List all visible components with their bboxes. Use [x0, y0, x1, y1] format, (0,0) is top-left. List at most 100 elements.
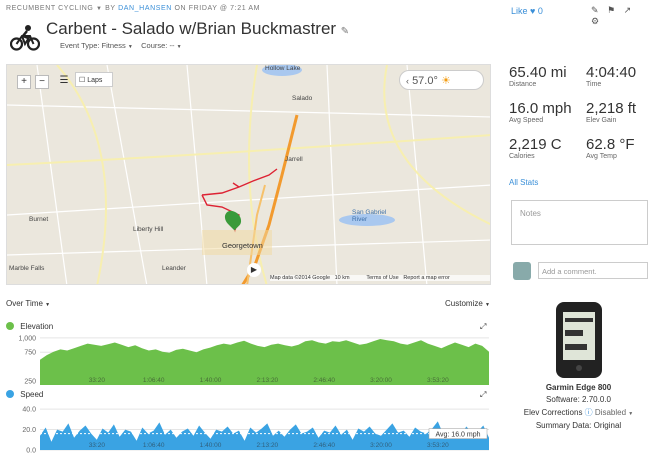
map-place: Jarrell — [285, 156, 303, 163]
elev-corrections-select[interactable]: Disabled ▼ — [595, 408, 633, 417]
zoom-out-button[interactable]: − — [35, 75, 49, 89]
edit-icon[interactable]: ✎ — [591, 5, 599, 15]
stat-elev-gain: 2,218 ft Elev Gain — [586, 100, 636, 124]
y-tick-label: 40.0 — [22, 407, 36, 414]
elevation-label: Elevation — [20, 322, 54, 331]
notes-field[interactable]: Notes — [511, 200, 648, 245]
stat-value: 62.8 °F — [586, 136, 635, 153]
help-icon[interactable]: ⓘ — [585, 408, 593, 417]
over-time-label: Over Time — [6, 299, 43, 308]
y-tick-label: 250 — [24, 378, 36, 385]
chevron-down-icon: ▼ — [485, 302, 490, 308]
event-type-label: Event Type: Fitness — [60, 41, 126, 50]
like-button[interactable]: Like ♥ 0 — [511, 6, 543, 16]
over-time-select[interactable]: Over Time ▼ — [6, 299, 50, 308]
stat-label: Calories — [509, 153, 535, 160]
speed-label: Speed — [20, 390, 44, 399]
play-icon[interactable]: ▶ — [247, 263, 261, 277]
report-error-link[interactable]: Report a map error — [403, 275, 449, 281]
layers-icon[interactable]: ☰ — [57, 75, 71, 89]
comment-input[interactable]: Add a comment. — [538, 262, 648, 279]
stat-label: Time — [586, 81, 602, 88]
x-tick-label: 3:20:00 — [370, 442, 392, 449]
stat-value: 65.40 mi — [509, 64, 567, 81]
chevron-down-icon: ▼ — [45, 302, 51, 308]
like-label: Like — [511, 6, 528, 16]
y-tick-label: 20.0 — [22, 427, 36, 434]
activity-title[interactable]: Carbent - Salado w/Brian Buckmastrer ✎ — [46, 19, 349, 39]
device-name: Garmin Edge 800 — [545, 383, 612, 392]
share-icon[interactable]: ↗ — [624, 5, 632, 15]
laps-toggle[interactable]: ☐ Laps — [75, 72, 113, 87]
laps-label: Laps — [87, 77, 103, 84]
activity-time: ON FRIDAY @ 7:21 AM — [174, 5, 261, 12]
map-place: Liberty Hill — [133, 226, 164, 233]
x-tick-label: 1:40:00 — [200, 377, 222, 384]
map-place: Georgetown — [222, 241, 263, 250]
map-place: Burnet — [29, 216, 49, 223]
map-copyright: Map data ©2014 Google — [270, 275, 331, 281]
stat-value: 2,218 ft — [586, 100, 637, 117]
y-tick-label: 0.0 — [26, 448, 36, 454]
expand-icon[interactable]: ⤢ — [480, 390, 486, 400]
activity-type: RECUMBENT CYCLING — [6, 5, 94, 12]
chevron-down-icon[interactable]: ▼ — [96, 6, 103, 12]
chevron-down-icon: ▼ — [127, 44, 133, 50]
x-tick-label: 3:53:20 — [427, 377, 449, 384]
map-footer: Map data ©2014 Google 10 km Terms of Use… — [270, 275, 490, 281]
map-place: Salado — [292, 95, 313, 102]
x-tick-label: 1:06:40 — [143, 377, 165, 384]
x-tick-label: 1:40:00 — [200, 442, 222, 449]
activity-meta: Event Type: Fitness ▼ Course: -- ▼ — [60, 41, 182, 50]
event-type-select[interactable]: Event Type: Fitness ▼ — [60, 41, 133, 50]
by-label: BY — [105, 5, 116, 12]
zoom-in-button[interactable]: + — [17, 75, 31, 89]
terms-link[interactable]: Terms of Use — [366, 275, 398, 281]
all-stats-link[interactable]: All Stats — [509, 178, 538, 187]
activity-breadcrumb: RECUMBENT CYCLING ▼ BY DAN_HANSEN ON FRI… — [6, 5, 260, 12]
average-label: Avg: 16.0 mph — [435, 432, 480, 439]
stat-avg-speed: 16.0 mph Avg Speed — [509, 100, 572, 124]
activity-toolbar: ✎ ⚑ ↗ ⚙ — [591, 5, 648, 27]
like-count: 0 — [537, 6, 543, 16]
stat-value: 2,219 C — [509, 136, 562, 153]
expand-icon[interactable]: ⤢ — [480, 322, 486, 332]
speed-chart[interactable]: 0.0 20.0 40.0 33:20 1:06:40 1:40:00 2:13:20 2:4… — [0, 402, 495, 454]
author-link[interactable]: DAN_HANSEN — [118, 5, 172, 12]
checkbox-icon: ☐ — [79, 77, 86, 84]
stat-label: Distance — [509, 81, 537, 88]
stat-value: 16.0 mph — [509, 100, 572, 117]
weather-widget[interactable]: ‹ 57.0° ☀ — [399, 70, 484, 90]
y-tick-label: 750 — [24, 350, 36, 357]
course-label: Course: -- — [141, 41, 175, 50]
x-tick-label: 2:13:20 — [256, 377, 278, 384]
customize-select[interactable]: Customize ▼ — [445, 299, 490, 308]
chevron-down-icon: ▼ — [176, 44, 182, 50]
stat-avg-temp: 62.8 °F Avg Temp — [586, 136, 635, 160]
x-tick-label: 2:13:20 — [256, 442, 278, 449]
cycling-icon — [10, 25, 40, 51]
stat-distance: 65.40 mi Distance — [509, 64, 567, 88]
pencil-icon[interactable]: ✎ — [341, 26, 349, 37]
elev-corrections-value: Disabled — [594, 408, 627, 417]
thumb-icon: ♥ — [530, 6, 536, 16]
course-select[interactable]: Course: -- ▼ — [141, 41, 181, 50]
x-tick-label: 33:20 — [89, 377, 106, 384]
elevation-chart[interactable]: 250 750 1,000 33:20 1:06:40 1:40:00 2:13:20 2:4… — [0, 333, 495, 388]
x-tick-label: 33:20 — [89, 442, 106, 449]
stat-time: 4:04:40 Time — [586, 64, 636, 88]
map-place: Hollow Lake — [265, 65, 301, 72]
temperature: 57.0° — [412, 75, 438, 87]
stat-label: Avg Speed — [509, 117, 544, 124]
flag-icon[interactable]: ⚑ — [607, 5, 615, 15]
x-tick-label: 3:53:20 — [427, 442, 449, 449]
speed-header: Speed — [6, 390, 43, 399]
y-tick-label: 1,000 — [18, 335, 36, 342]
map-place: Leander — [162, 265, 186, 272]
settings-icon[interactable]: ⚙ — [591, 16, 599, 26]
device-panel: Garmin Edge 800 Software: 2.70.0.0 Elev … — [509, 300, 648, 430]
elevation-header: Elevation — [6, 322, 53, 331]
chevron-down-icon: ▼ — [628, 411, 634, 417]
device-summary: Summary Data: Original — [535, 421, 622, 430]
route-map[interactable]: + − ☰ ☐ Laps ‹ 57.0° ☀ ▶ Burnet Liberty … — [6, 64, 491, 285]
